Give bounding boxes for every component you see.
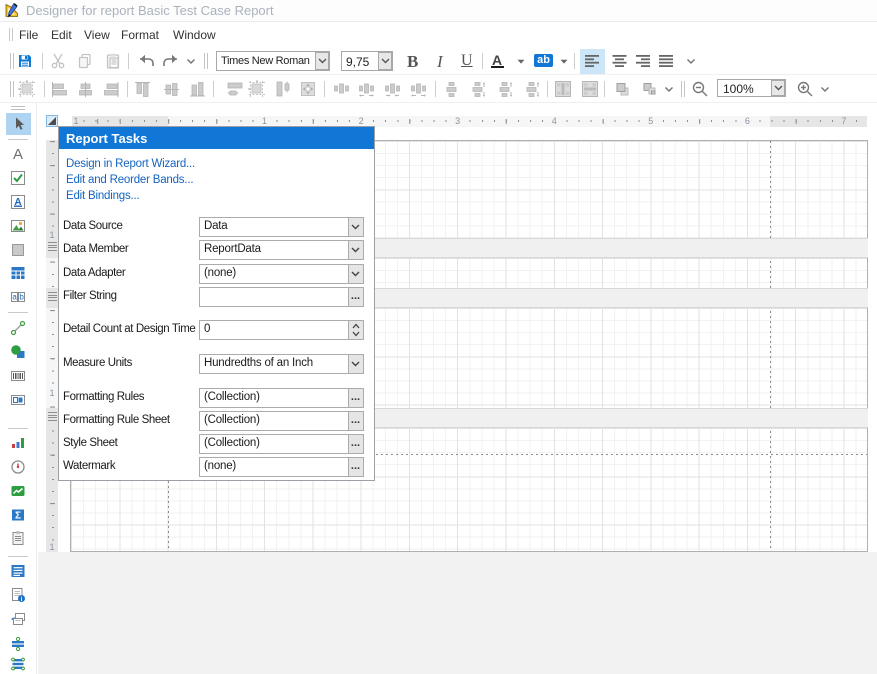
svg-text:i: i: [21, 596, 23, 603]
svg-text:b: b: [19, 293, 24, 302]
svg-text:A: A: [13, 146, 23, 162]
svg-text:a: a: [12, 293, 17, 302]
svg-text:Σ: Σ: [15, 511, 21, 522]
